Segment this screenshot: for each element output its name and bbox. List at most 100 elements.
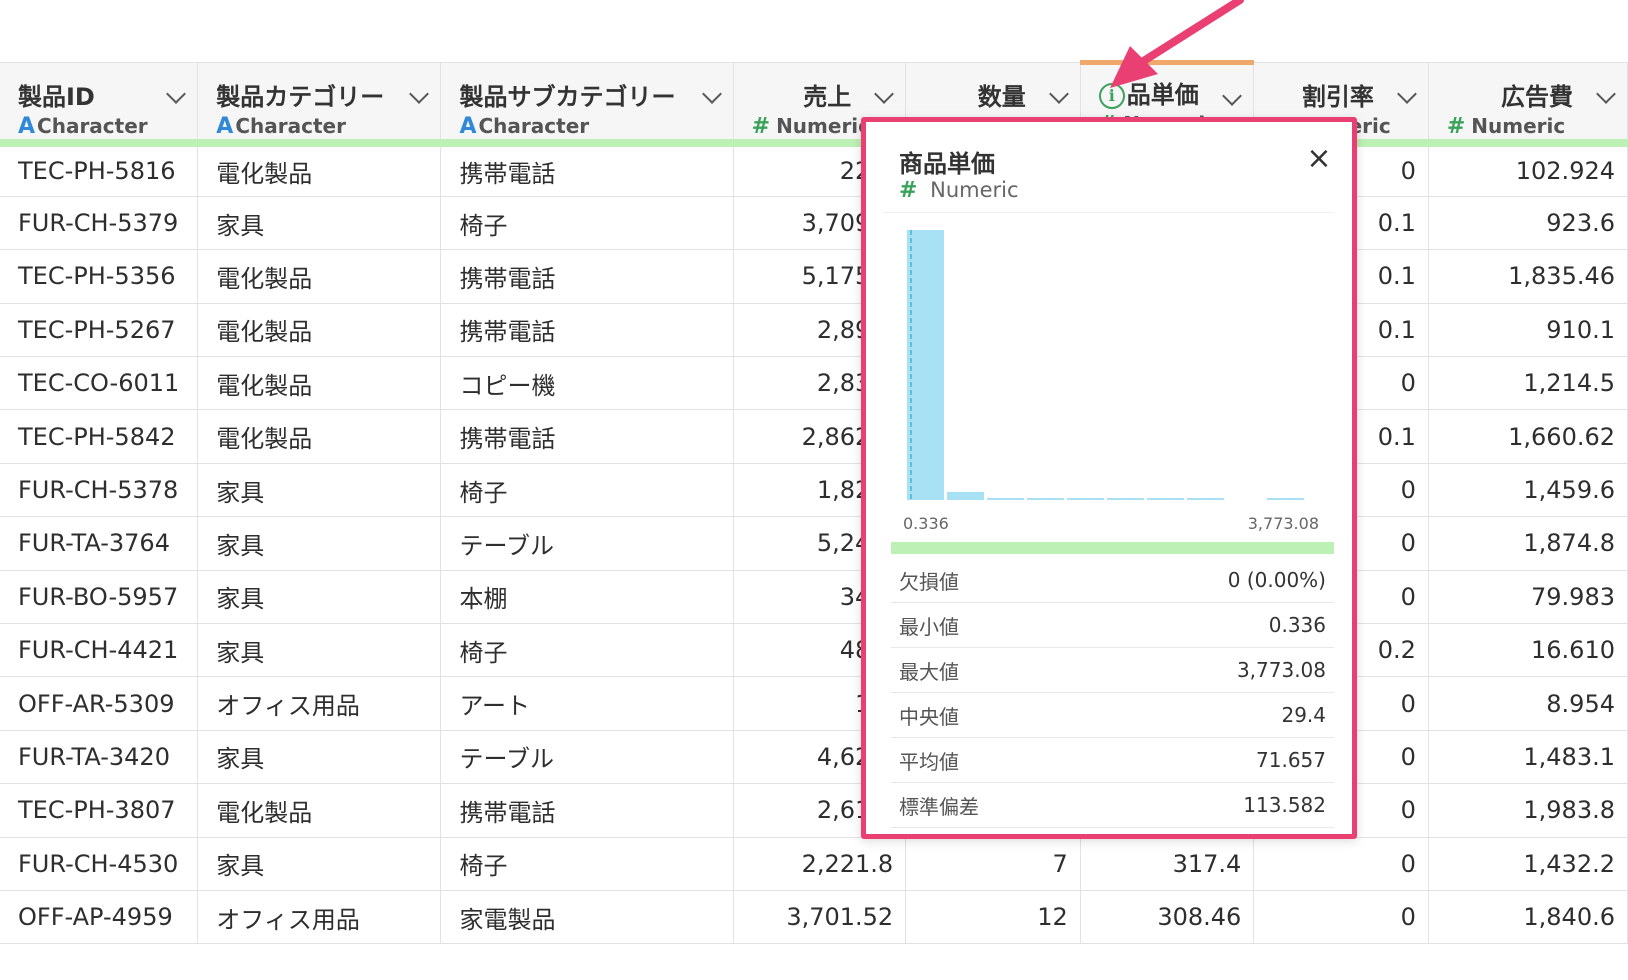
table-cell[interactable]: TEC-PH-5267	[0, 303, 199, 358]
stat-label: 標準偏差	[899, 794, 979, 819]
table-cell[interactable]: TEC-PH-5842	[0, 409, 199, 464]
table-cell[interactable]: 家具	[197, 463, 442, 518]
table-cell[interactable]: 電化製品	[197, 303, 442, 358]
table-cell[interactable]: 家電製品	[440, 890, 734, 945]
histogram-bar[interactable]	[947, 491, 984, 500]
table-cell[interactable]: 16.610	[1428, 623, 1628, 678]
table-cell[interactable]: 椅子	[440, 196, 734, 251]
stat-label: 最小値	[899, 614, 959, 639]
column-name-text: 製品カテゴリー	[216, 83, 385, 111]
table-cell[interactable]: FUR-BO-5957	[0, 570, 199, 625]
table-cell[interactable]: 電化製品	[197, 356, 442, 411]
histogram-bar[interactable]	[1107, 498, 1144, 500]
column-name-text: 売上	[803, 83, 852, 111]
popup-type: # Numeric	[899, 178, 1019, 203]
table-cell[interactable]: 1,660.62	[1428, 409, 1628, 464]
table-cell[interactable]: 1,835.46	[1428, 249, 1628, 304]
table-cell[interactable]: TEC-PH-3807	[0, 783, 199, 838]
table-cell[interactable]: FUR-CH-5379	[0, 196, 199, 251]
table-cell[interactable]: 1,840.6	[1428, 890, 1628, 945]
column-name: 広告費	[1447, 77, 1613, 112]
table-cell[interactable]: アート	[440, 676, 734, 731]
table-cell[interactable]: FUR-CH-4421	[0, 623, 199, 678]
table-row: FUR-CH-4421家具椅子48.70.216.610	[0, 623, 1628, 678]
table-cell[interactable]: 椅子	[440, 463, 734, 518]
table-cell[interactable]: 椅子	[440, 623, 734, 678]
table-cell[interactable]: 携帯電話	[440, 409, 734, 464]
table-cell[interactable]: 家具	[197, 570, 442, 625]
table-cell[interactable]: 1,214.5	[1428, 356, 1628, 411]
table-cell[interactable]: 1,432.2	[1428, 837, 1628, 891]
table-cell[interactable]: 79.983	[1428, 570, 1628, 625]
table-cell[interactable]: 携帯電話	[440, 143, 734, 197]
table-cell[interactable]: 102.924	[1428, 143, 1628, 197]
column-header[interactable]: 広告費 # Numeric	[1428, 62, 1628, 147]
table-cell[interactable]: 家具	[197, 623, 442, 678]
histogram-bar[interactable]	[1067, 498, 1104, 500]
table-cell[interactable]: OFF-AP-4959	[0, 890, 199, 945]
table-cell[interactable]: 1,874.8	[1428, 516, 1628, 571]
annotation-arrow	[1110, 0, 1244, 88]
histogram-bar[interactable]	[1187, 498, 1224, 500]
column-name: 製品ID	[18, 77, 183, 112]
table-cell[interactable]: 本棚	[440, 570, 734, 625]
table-cell[interactable]: 3,701.52	[733, 890, 907, 945]
histogram-min-label: 0.336	[903, 514, 949, 533]
table-cell[interactable]: オフィス用品	[197, 676, 442, 731]
table-cell[interactable]: 電化製品	[197, 249, 442, 304]
table-cell[interactable]: 電化製品	[197, 783, 442, 838]
table-cell[interactable]: 2,221.8	[733, 837, 907, 891]
table-cell[interactable]: 電化製品	[197, 409, 442, 464]
table-cell[interactable]: 308.46	[1080, 890, 1255, 945]
table-cell[interactable]: 0	[1253, 837, 1429, 891]
table-cell[interactable]: 携帯電話	[440, 783, 734, 838]
table-cell[interactable]: 910.1	[1428, 303, 1628, 358]
histogram-bar[interactable]	[987, 498, 1024, 500]
table-cell[interactable]: TEC-CO-6011	[0, 356, 199, 411]
table-cell[interactable]: 携帯電話	[440, 249, 734, 304]
close-icon[interactable]: ×	[1304, 144, 1334, 174]
table-cell[interactable]: 0	[1253, 890, 1429, 945]
column-type: A Character	[18, 114, 183, 135]
table-cell[interactable]: 家具	[197, 516, 442, 571]
table-row: TEC-PH-3807 電化製品 携帯電話 2,616. 0 1,983.8	[0, 783, 1628, 838]
column-header[interactable]: 製品カテゴリー A Character	[197, 62, 442, 147]
stat-value: 3,773.08	[1236, 658, 1326, 682]
table-cell[interactable]: 923.6	[1428, 196, 1628, 251]
histogram-bar[interactable]	[1147, 498, 1184, 500]
table-cell[interactable]: OFF-AR-5309	[0, 676, 199, 731]
table-cell[interactable]: 家具	[197, 837, 442, 891]
table-cell[interactable]: 椅子	[440, 837, 734, 891]
table-cell[interactable]: 家具	[197, 730, 442, 785]
table-cell[interactable]: 7	[905, 837, 1081, 891]
table-cell[interactable]: 1,483.1	[1428, 730, 1628, 785]
stat-row: 中央値 29.4	[891, 693, 1334, 738]
table-cell[interactable]: 家具	[197, 196, 442, 251]
table-cell[interactable]: FUR-CH-5378	[0, 463, 199, 518]
table-cell[interactable]: 電化製品	[197, 143, 442, 197]
histogram-bar[interactable]	[1267, 498, 1304, 500]
table-cell[interactable]: TEC-PH-5816	[0, 143, 199, 197]
table-cell[interactable]: TEC-PH-5356	[0, 249, 199, 304]
stat-row: 欠損値 0 (0.00%)	[891, 558, 1334, 603]
table-cell[interactable]: 8.954	[1428, 676, 1628, 731]
table-cell[interactable]: 12	[905, 890, 1081, 945]
table-cell[interactable]: 1,459.6	[1428, 463, 1628, 518]
table-row: FUR-BO-5957家具本棚341.079.983	[0, 570, 1628, 625]
table-cell[interactable]: 317.4	[1080, 837, 1255, 891]
histogram-bar[interactable]	[907, 230, 944, 500]
table-cell[interactable]: オフィス用品	[197, 890, 442, 945]
table-cell[interactable]: テーブル	[440, 516, 734, 571]
histogram-bar[interactable]	[1027, 498, 1064, 500]
table-cell[interactable]: コピー機	[440, 356, 734, 411]
table-cell[interactable]: テーブル	[440, 730, 734, 785]
table-cell[interactable]: FUR-TA-3764	[0, 516, 199, 571]
table-cell[interactable]: FUR-TA-3420	[0, 730, 199, 785]
column-header[interactable]: 製品ID A Character	[0, 62, 199, 147]
stat-label: 最大値	[899, 659, 959, 684]
table-cell[interactable]: 携帯電話	[440, 303, 734, 358]
data-grid: 製品ID A Character 製品カテゴリー A Character 製品サブカテゴリー…	[0, 60, 1628, 945]
table-cell[interactable]: FUR-CH-4530	[0, 837, 199, 891]
table-cell[interactable]: 1,983.8	[1428, 783, 1628, 838]
column-header[interactable]: 製品サブカテゴリー A Character	[440, 62, 734, 147]
